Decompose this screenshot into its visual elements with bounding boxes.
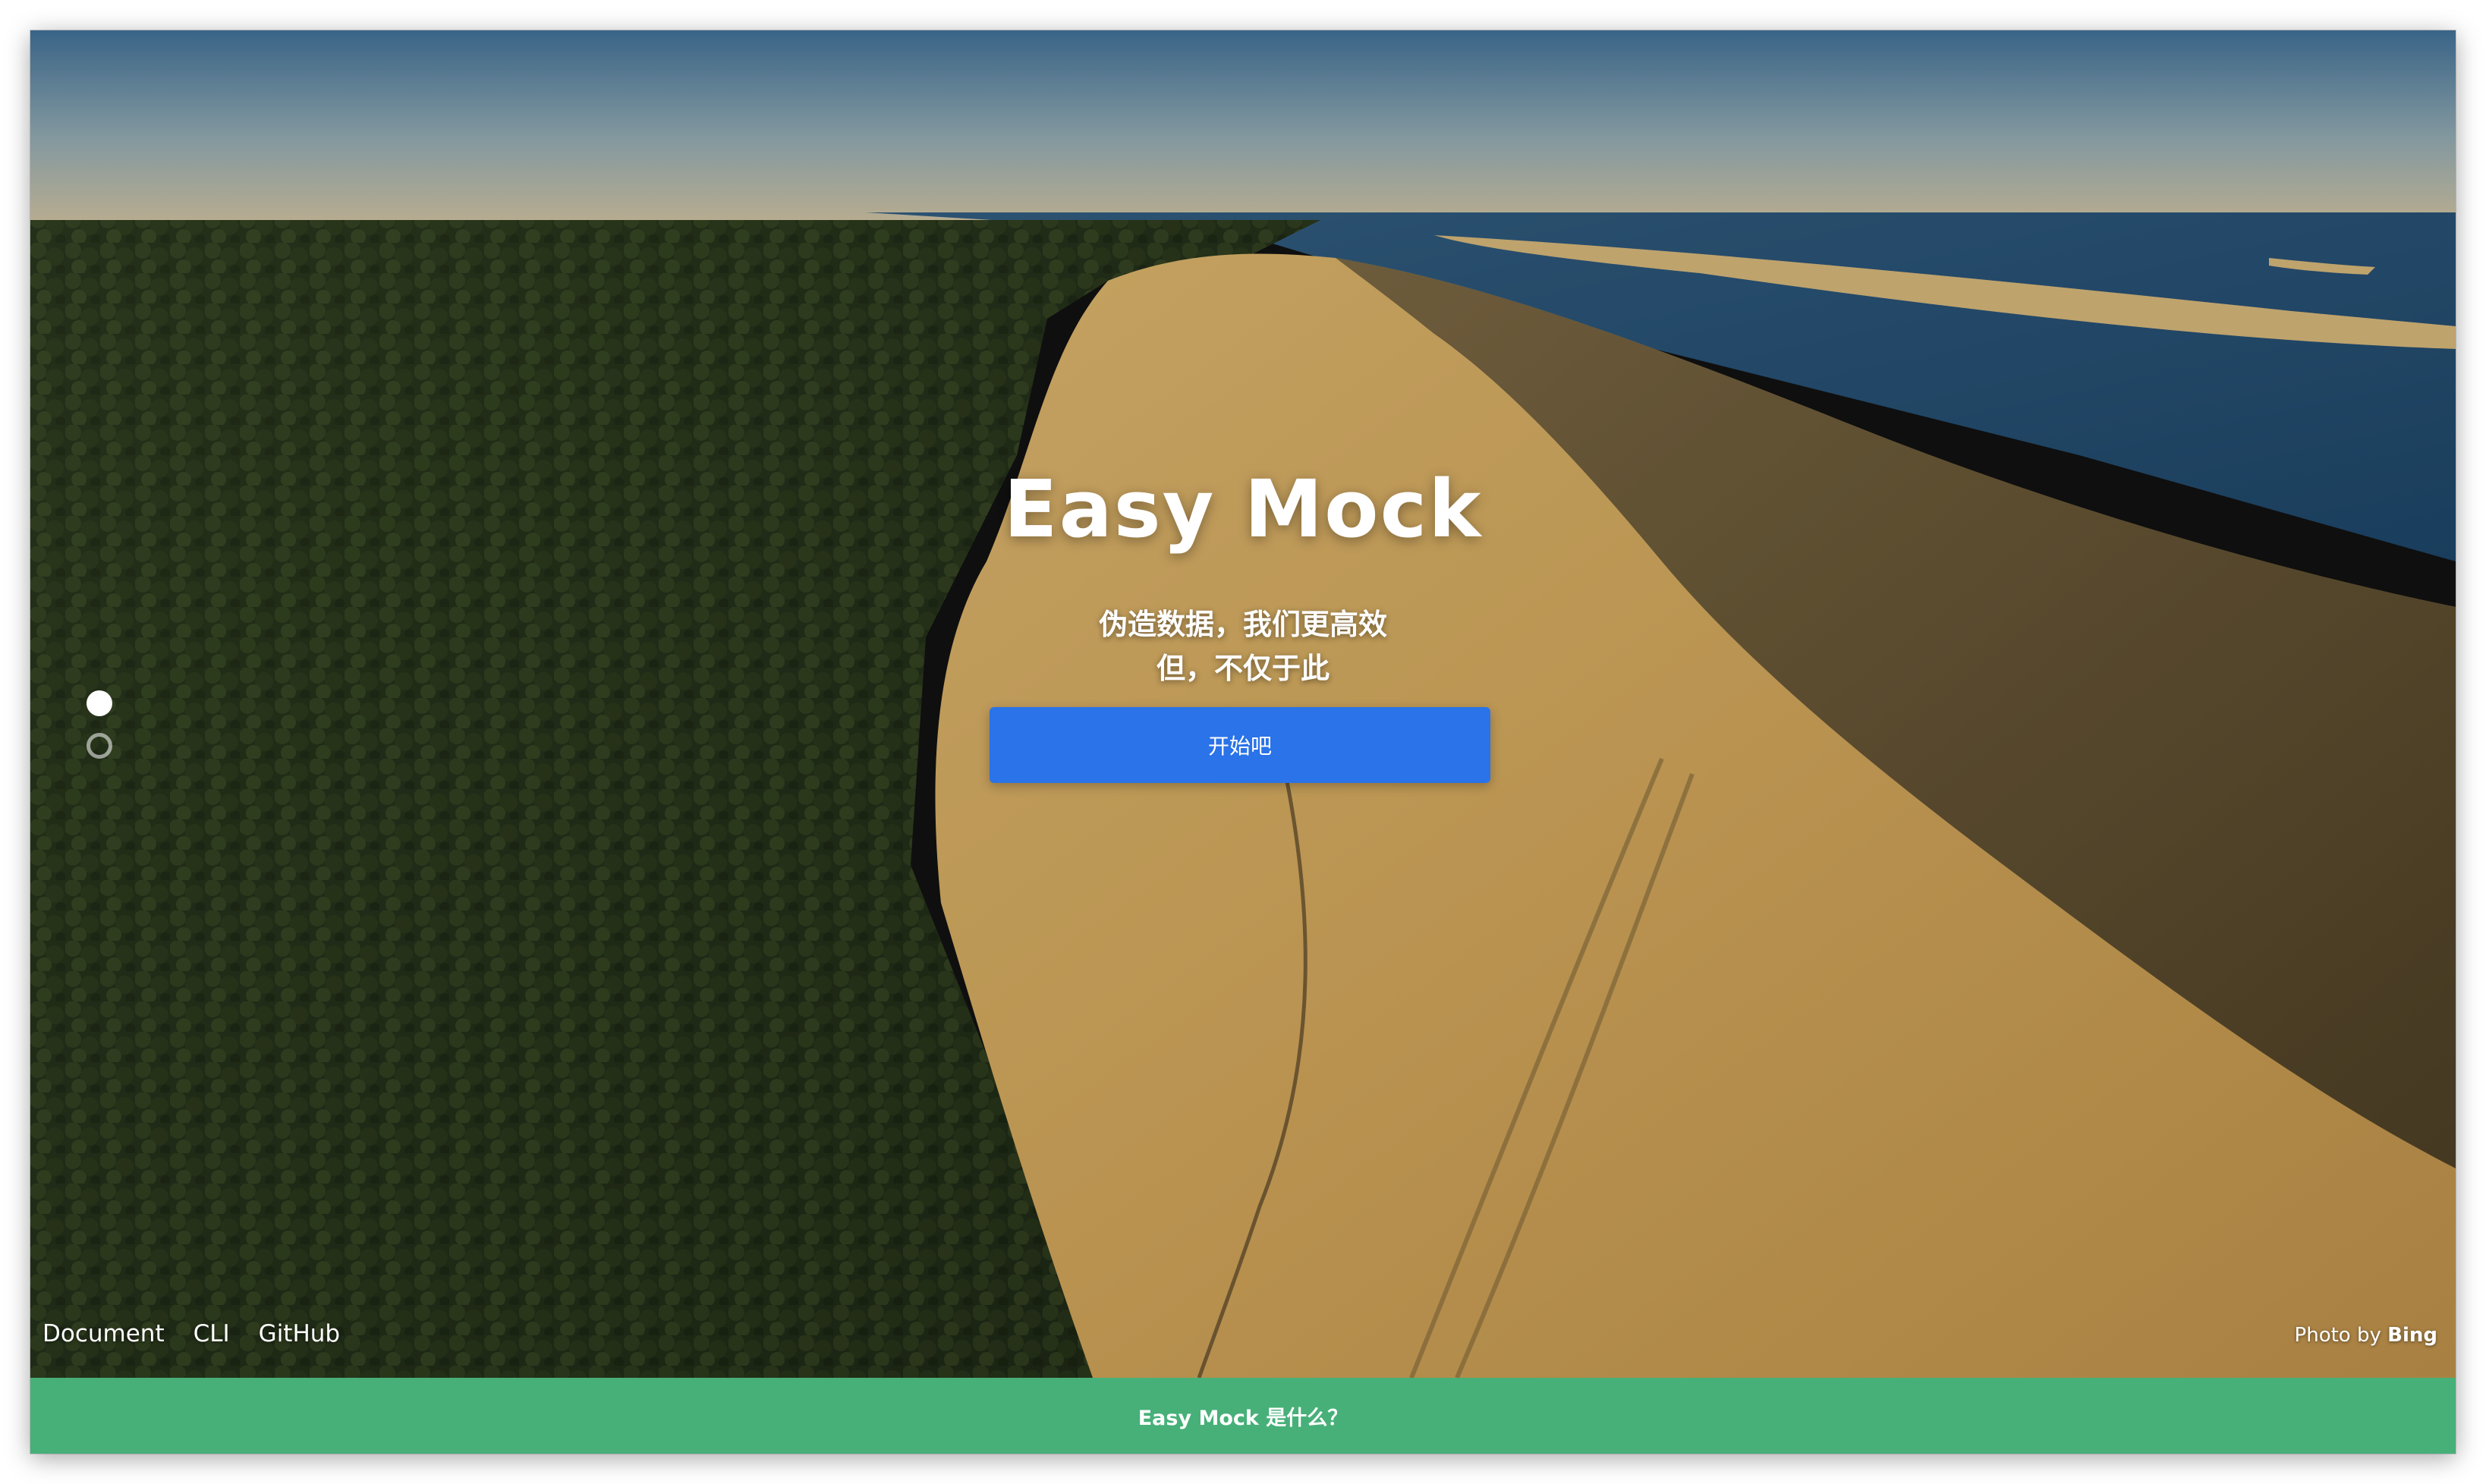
photo-credit: Photo by Bing bbox=[2295, 1324, 2437, 1347]
slide-dot-2[interactable] bbox=[87, 733, 112, 759]
slide-dot-1[interactable] bbox=[87, 690, 112, 716]
tagline-line-2: 但，不仅于此 bbox=[1156, 652, 1330, 685]
document-link[interactable]: Document bbox=[42, 1320, 165, 1347]
photo-credit-source[interactable]: Bing bbox=[2387, 1324, 2437, 1347]
slide-pagination bbox=[87, 690, 117, 775]
cli-link[interactable]: CLI bbox=[194, 1320, 230, 1347]
github-link[interactable]: GitHub bbox=[259, 1320, 340, 1347]
what-is-easy-mock-bar[interactable]: Easy Mock 是什么？ bbox=[30, 1378, 2456, 1454]
start-button[interactable]: 开始吧 bbox=[990, 707, 1490, 783]
hero-section: Easy Mock 伪造数据，我们更高效 但，不仅于此 开始吧 Document… bbox=[30, 30, 2456, 1378]
photo-credit-prefix: Photo by bbox=[2294, 1324, 2388, 1347]
tagline-line-1: 伪造数据，我们更高效 bbox=[1098, 608, 1387, 641]
brand-title: Easy Mock bbox=[1003, 463, 1483, 555]
browser-viewport: Easy Mock 伪造数据，我们更高效 但，不仅于此 开始吧 Document… bbox=[30, 30, 2456, 1454]
footer-nav: Document CLI GitHub bbox=[42, 1320, 340, 1347]
background-photo bbox=[30, 30, 2456, 1378]
